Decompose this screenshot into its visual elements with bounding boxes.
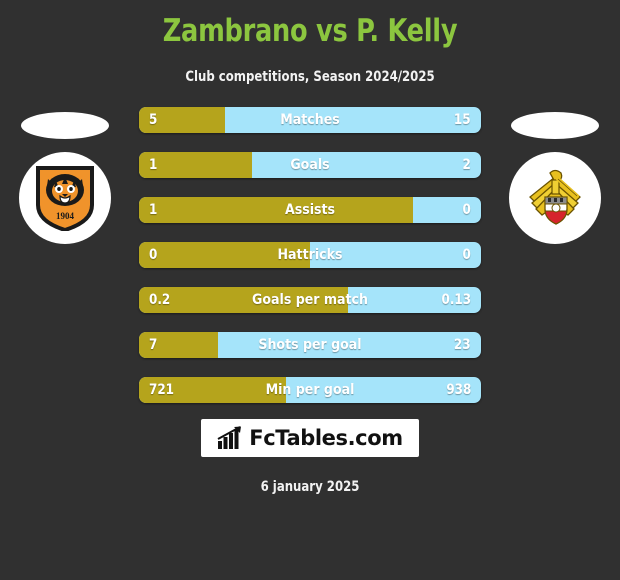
bar-chart-arrow-icon bbox=[217, 426, 242, 449]
away-team-crest[interactable] bbox=[509, 152, 601, 244]
stat-row: 0 Hattricks 0 bbox=[139, 242, 481, 268]
away-value: 0.13 bbox=[441, 292, 471, 308]
brand-logo[interactable]: FcTables.com bbox=[201, 419, 419, 457]
stat-label: Goals per match bbox=[252, 292, 368, 308]
stat-row: 7 Shots per goal 23 bbox=[139, 332, 481, 358]
away-team-name-banner bbox=[511, 112, 599, 139]
home-team-name-banner bbox=[21, 112, 109, 139]
page-subtitle: Club competitions, Season 2024/2025 bbox=[185, 69, 435, 85]
stat-label: Min per goal bbox=[265, 382, 355, 398]
away-value: 0 bbox=[462, 202, 471, 218]
page-title: Zambrano vs P. Kelly bbox=[162, 13, 458, 49]
stat-row: 1 Goals 2 bbox=[139, 152, 481, 178]
home-team-crest[interactable]: 1904 bbox=[19, 152, 111, 244]
stat-row: 0.2 Goals per match 0.13 bbox=[139, 287, 481, 313]
stat-row: 721 Min per goal 938 bbox=[139, 377, 481, 403]
home-team-column: 1904 bbox=[0, 107, 130, 407]
stat-label: Matches bbox=[280, 112, 340, 128]
hull-city-tiger-crest-icon: 1904 bbox=[36, 166, 94, 231]
stat-label: Shots per goal bbox=[258, 337, 362, 353]
footer: FcTables.com 6 january 2025 bbox=[0, 419, 620, 495]
stat-label: Goals bbox=[290, 157, 330, 173]
header: Zambrano vs P. Kelly Club competitions, … bbox=[0, 0, 620, 86]
away-value: 938 bbox=[446, 382, 471, 398]
report-date: 6 january 2025 bbox=[260, 479, 360, 495]
stat-row: 1 Assists 0 bbox=[139, 197, 481, 223]
stat-label: Hattricks bbox=[277, 247, 343, 263]
away-value: 0 bbox=[462, 247, 471, 263]
stat-label: Assists bbox=[284, 202, 336, 218]
away-value: 23 bbox=[454, 337, 471, 353]
home-crest-year: 1904 bbox=[56, 211, 75, 221]
doncaster-rovers-crest-icon bbox=[529, 169, 581, 225]
brand-name: FcTables.com bbox=[249, 426, 403, 450]
comparison-section: 1904 5 Matches 15 1 Goals 2 1 Assists 0 0 Hattrick… bbox=[0, 107, 620, 407]
away-value: 15 bbox=[454, 112, 471, 128]
stat-rows: 5 Matches 15 1 Goals 2 1 Assists 0 0 Hattricks 0 0.2… bbox=[139, 107, 481, 422]
away-team-column bbox=[490, 107, 620, 407]
away-value: 2 bbox=[462, 157, 471, 173]
stat-row: 5 Matches 15 bbox=[139, 107, 481, 133]
